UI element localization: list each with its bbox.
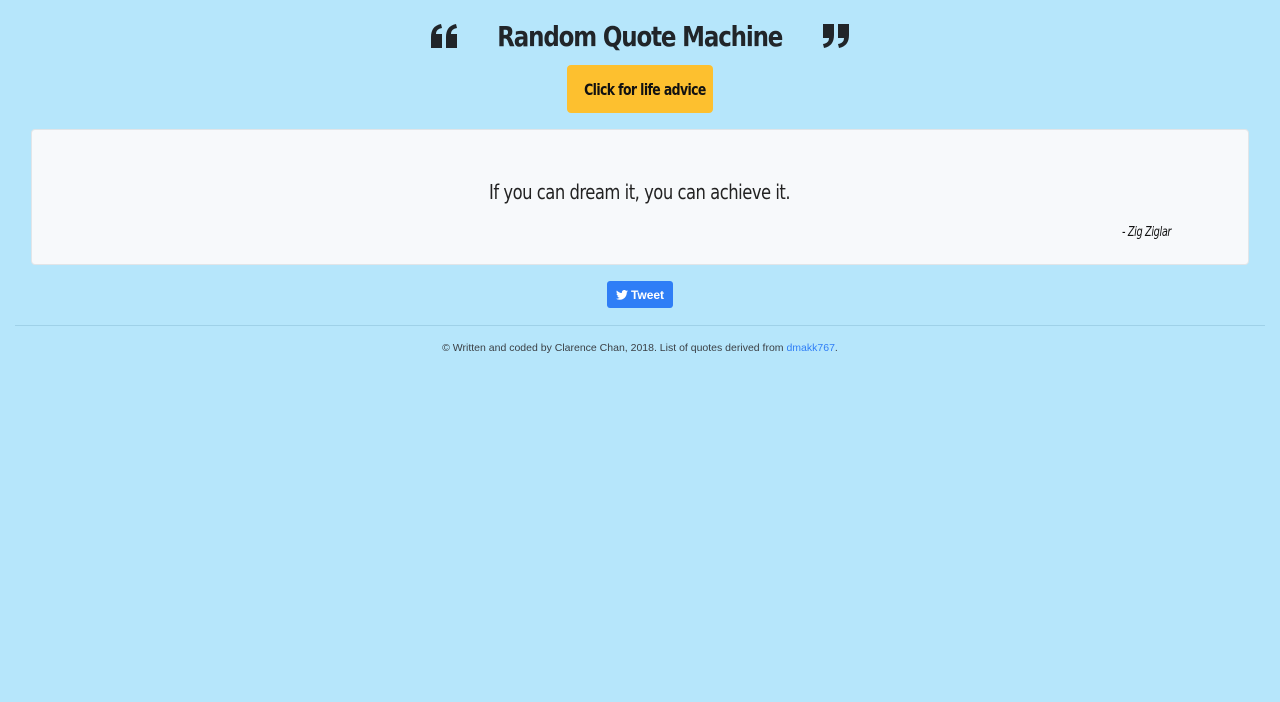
footer: © Written and coded by Clarence Chan, 20…	[0, 342, 1280, 354]
quote-card: If you can dream it, you can achieve it.…	[31, 129, 1249, 265]
quote-author-content: - Zig Ziglar	[1122, 225, 1172, 240]
quote-author: - Zig Ziglar	[1122, 225, 1222, 240]
quote-text-content: If you can dream it, you can achieve it.	[489, 180, 791, 204]
twitter-icon	[615, 289, 628, 300]
quote-left-icon	[430, 21, 460, 51]
page-title: Random Quote Machine	[497, 19, 784, 53]
life-advice-button-label: Click for life advice	[584, 79, 706, 99]
footer-text: © Written and coded by Clarence Chan, 20…	[442, 342, 787, 354]
quote-right-icon	[820, 21, 850, 51]
tweet-button[interactable]: Tweet	[607, 281, 673, 308]
page: Random Quote Machine Click for life advi…	[0, 0, 1280, 702]
page-title-row: Random Quote Machine	[0, 14, 1280, 58]
footer-divider	[15, 325, 1265, 326]
quote-text: If you can dream it, you can achieve it.	[32, 180, 1248, 204]
tweet-button-label: Tweet	[630, 287, 665, 302]
footer-text-end: .	[834, 342, 838, 354]
life-advice-button[interactable]: Click for life advice	[567, 65, 713, 113]
footer-source-link[interactable]: dmakk767	[786, 342, 834, 354]
